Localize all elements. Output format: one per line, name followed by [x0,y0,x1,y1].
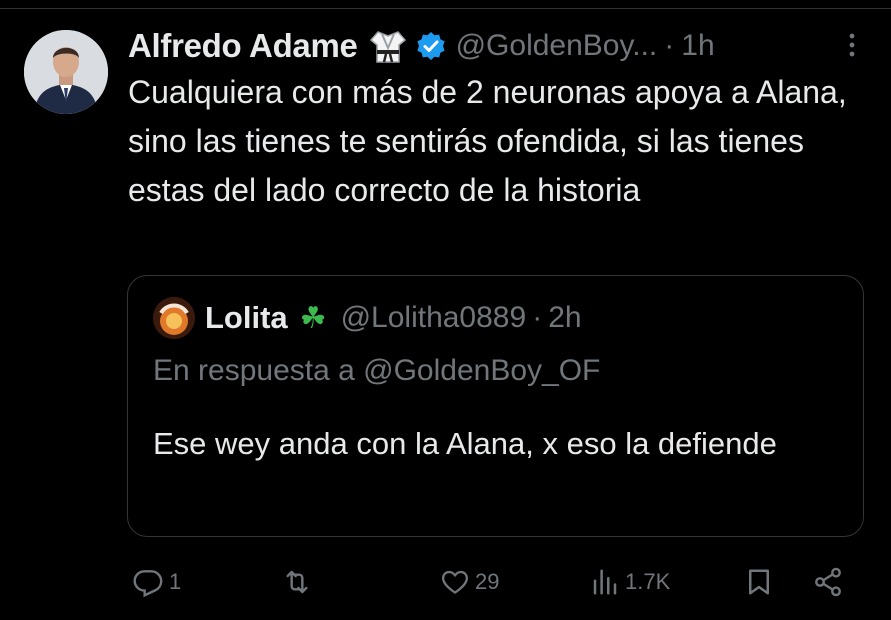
tweet-header: Alfredo Adame @GoldenBoy... · 1h [128,24,868,68]
tweet-time[interactable]: 1h [681,29,714,63]
retweet-icon [286,570,308,594]
action-bar: 1 29 1.7K [128,560,868,604]
karate-gi-emoji-icon [368,26,408,66]
quoted-header: Lolita ☘ @Lolitha0889 · 2h [153,296,582,340]
reply-icon [133,570,163,598]
bookmark-button[interactable] [744,560,774,604]
author-name[interactable]: Alfredo Adame [128,27,358,65]
more-options-icon[interactable] [847,30,857,60]
verified-badge-icon [416,31,446,61]
reply-count: 1 [169,569,182,594]
author-avatar[interactable] [24,30,108,114]
views-count: 1.7K [625,569,671,594]
quoted-author-avatar[interactable] [153,297,195,339]
like-count: 29 [475,569,500,594]
clover-emoji-icon: ☘ [299,301,327,335]
share-icon [815,567,841,597]
bookmark-icon [749,569,769,595]
like-icon [442,570,468,594]
retweet-button[interactable] [280,560,319,604]
quoted-avatar-photo [153,297,195,339]
author-handle[interactable]: @GoldenBoy... [456,29,658,63]
quoted-time[interactable]: 2h [548,301,581,335]
reply-context: En respuesta a @GoldenBoy_OF [153,354,601,387]
quoted-text: Ese wey anda con la Alana, x eso la defi… [153,426,777,461]
avatar-photo [24,30,108,114]
quoted-tweet[interactable]: Lolita ☘ @Lolitha0889 · 2h En respuesta … [127,275,864,537]
tweet-text: Cualquiera con más de 2 neuronas apoya a… [128,74,847,208]
quoted-author-handle[interactable]: @Lolitha0889 [341,301,527,335]
quoted-author-name[interactable]: Lolita [205,300,288,336]
reply-button[interactable]: 1 [132,560,181,604]
separator-dot: · [664,29,675,62]
views-button[interactable]: 1.7K [590,560,670,604]
share-button[interactable] [812,560,844,604]
quoted-separator-dot: · [532,301,543,334]
like-button[interactable]: 29 [440,560,499,604]
top-divider [0,8,891,9]
views-icon [593,569,617,595]
